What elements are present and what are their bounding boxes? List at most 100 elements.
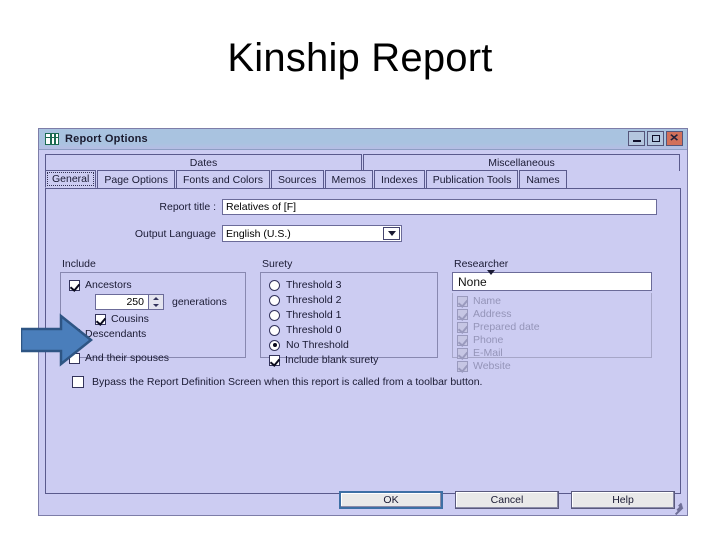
maximize-icon (651, 135, 660, 142)
tab-general[interactable]: General (45, 170, 97, 188)
report-title-row: Report title : Relatives of [F] (106, 199, 680, 215)
radio-threshold-3[interactable]: Threshold 3 (269, 279, 429, 291)
checkbox-icon (457, 308, 468, 320)
output-language-select[interactable]: English (U.S.) (222, 225, 402, 242)
tab-row-top: Dates Miscellaneous (45, 154, 681, 171)
checkbox-label: Website (473, 360, 511, 372)
dialog-button-bar: OK Cancel Help (39, 491, 689, 509)
checkbox-researcher-website: Website (457, 360, 647, 372)
checkbox-label: Name (473, 295, 502, 307)
radio-threshold-1[interactable]: Threshold 1 (269, 309, 429, 321)
report-title-input[interactable]: Relatives of [F] (222, 199, 657, 215)
report-title-value: Relatives of [F] (226, 201, 297, 213)
chevron-down-icon[interactable] (486, 269, 495, 289)
radio-icon-selected (269, 339, 280, 351)
stepper-buttons[interactable] (148, 295, 163, 309)
resize-grip[interactable] (673, 501, 685, 515)
tab-label: General (52, 173, 90, 185)
minimize-button[interactable] (628, 131, 645, 146)
checkbox-icon (457, 295, 468, 307)
generations-unit-label: generations (172, 296, 227, 308)
tab-label: Dates (189, 157, 218, 169)
checkbox-ancestors[interactable]: Ancestors (69, 279, 237, 291)
window-title: Report Options (65, 133, 148, 145)
checkbox-researcher-phone: Phone (457, 334, 647, 346)
checkbox-icon (69, 279, 80, 291)
checkbox-icon (269, 354, 280, 366)
cancel-button[interactable]: Cancel (455, 491, 559, 509)
checkbox-label: Include blank surety (285, 354, 379, 366)
radio-label: Threshold 0 (286, 324, 342, 336)
tab-dates[interactable]: Dates (45, 154, 362, 171)
checkbox-and-their-spouses[interactable]: And their spouses (69, 352, 237, 364)
output-language-value: English (U.S.) (226, 227, 291, 240)
checkbox-icon (457, 334, 468, 346)
surety-group-title: Surety (262, 258, 293, 270)
researcher-select[interactable]: None (452, 269, 652, 291)
checkbox-icon (457, 321, 468, 333)
surety-group-body: Threshold 3 Threshold 2 Threshold 1 Thre… (260, 272, 438, 366)
tab-label: Publication Tools (432, 173, 512, 186)
window-controls: ✕ (628, 131, 683, 146)
checkbox-researcher-prepared-date: Prepared date (457, 321, 647, 333)
researcher-group: Researcher None Name Address Prepared da… (452, 258, 652, 372)
window-titlebar[interactable]: Report Options ✕ (39, 129, 687, 150)
tab-label: Names (526, 173, 560, 186)
radio-threshold-0[interactable]: Threshold 0 (269, 324, 429, 336)
checkbox-label: Prepared date (473, 321, 540, 333)
maximize-button[interactable] (647, 131, 664, 146)
tabs-area: Dates Miscellaneous General Page Options… (39, 150, 687, 494)
checkbox-label: Cousins (111, 313, 149, 325)
button-label: Help (612, 494, 634, 506)
radio-icon (269, 309, 280, 321)
right-arrow-callout-icon (21, 313, 93, 367)
checkbox-label: Bypass the Report Definition Screen when… (92, 376, 483, 388)
generations-value: 250 (126, 296, 144, 308)
tab-label: Page Options (104, 173, 168, 186)
researcher-selected-value: None (458, 274, 487, 289)
chevron-down-icon[interactable] (383, 227, 400, 240)
radio-label: Threshold 2 (286, 294, 342, 306)
generations-stepper[interactable]: 250 (95, 294, 164, 310)
stepper-up-icon[interactable] (149, 295, 163, 302)
tab-indexes[interactable]: Indexes (373, 170, 425, 188)
checkbox-label: Phone (473, 334, 504, 346)
checkbox-cousins[interactable]: Cousins (95, 313, 237, 325)
radio-label: Threshold 3 (286, 279, 342, 291)
generations-stepper-row: 250 generations (95, 294, 237, 310)
checkbox-descendants[interactable]: Descendants (69, 328, 237, 340)
radio-no-threshold[interactable]: No Threshold (269, 339, 429, 351)
checkbox-icon (457, 347, 468, 359)
checkbox-researcher-address: Address (457, 308, 647, 320)
tab-miscellaneous[interactable]: Miscellaneous (363, 154, 680, 171)
tab-label: Memos (331, 173, 366, 186)
help-button[interactable]: Help (571, 491, 675, 509)
tab-label: Fonts and Colors (183, 173, 263, 186)
radio-label: Threshold 1 (286, 309, 342, 321)
checkbox-include-blank-surety[interactable]: Include blank surety (269, 354, 429, 366)
checkbox-icon (95, 313, 106, 325)
radio-icon (269, 294, 280, 306)
researcher-fields-list: Name Address Prepared date Phone E-Mail … (452, 293, 652, 372)
radio-threshold-2[interactable]: Threshold 2 (269, 294, 429, 306)
tab-label: Miscellaneous (488, 157, 555, 169)
checkbox-label: Descendants (85, 328, 147, 340)
tab-fonts-and-colors[interactable]: Fonts and Colors (176, 170, 270, 188)
close-button[interactable]: ✕ (666, 131, 683, 146)
surety-group: Surety Threshold 3 Threshold 2 Threshold… (260, 258, 438, 366)
checkbox-label: Ancestors (85, 279, 132, 291)
stepper-down-icon[interactable] (149, 302, 163, 309)
close-icon: ✕ (669, 132, 680, 144)
checkbox-label: And their spouses (85, 352, 170, 364)
tab-row-bottom: General Page Options Fonts and Colors So… (45, 170, 681, 188)
tab-names[interactable]: Names (519, 170, 567, 188)
checkbox-bypass-report-definition-screen[interactable]: Bypass the Report Definition Screen when… (72, 376, 680, 388)
ok-button[interactable]: OK (339, 491, 443, 509)
tab-page-options[interactable]: Page Options (97, 170, 175, 188)
minimize-icon (632, 140, 641, 142)
tab-sources[interactable]: Sources (270, 170, 324, 188)
output-language-label: Output Language (134, 227, 216, 240)
tab-publication-tools[interactable]: Publication Tools (425, 170, 519, 188)
tab-memos[interactable]: Memos (324, 170, 373, 188)
button-label: Cancel (490, 494, 524, 506)
